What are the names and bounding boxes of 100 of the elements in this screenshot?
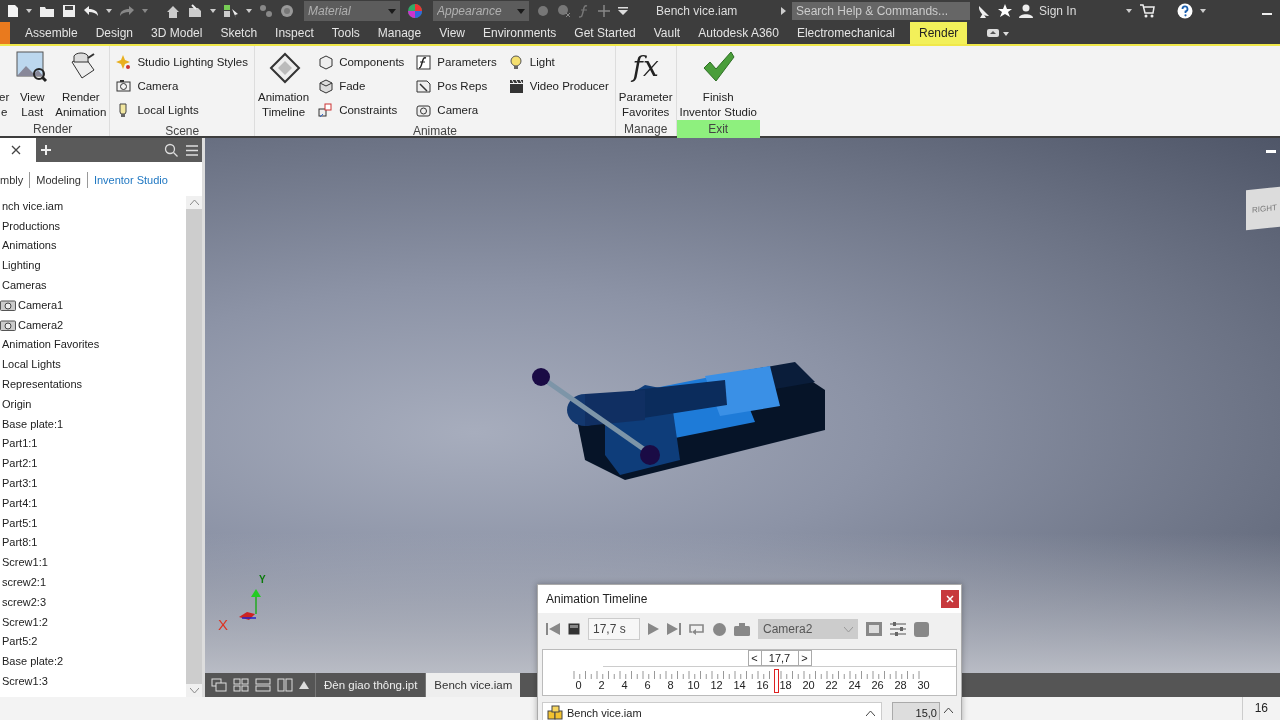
- ribbon-tab[interactable]: Environments: [474, 22, 566, 44]
- satellite-dish-icon[interactable]: [977, 4, 991, 18]
- open-folder-icon[interactable]: [39, 4, 55, 18]
- caret-icon[interactable]: [26, 9, 32, 13]
- time-spinner[interactable]: 17,7: [761, 650, 798, 666]
- expand-arrow-icon[interactable]: [781, 7, 786, 15]
- ribbon-tab[interactable]: Assemble: [16, 22, 87, 44]
- tree-item[interactable]: Camera2: [18, 318, 64, 331]
- cart-icon[interactable]: [1139, 4, 1156, 18]
- tree-item[interactable]: Origin: [2, 397, 32, 410]
- help-icon[interactable]: [1177, 3, 1194, 19]
- ribbon-button[interactable]: Animation Timeline: [255, 50, 313, 120]
- tree-item[interactable]: Part2:1: [2, 457, 38, 470]
- scroll-down-icon[interactable]: [189, 688, 199, 693]
- color-wheel-icon[interactable]: [407, 3, 423, 19]
- ribbon-button[interactable]: View Last: [12, 50, 53, 120]
- caret-icon[interactable]: [210, 9, 216, 13]
- ribbon-tab[interactable]: View: [430, 22, 474, 44]
- browser-tab[interactable]: Inventor Studio: [93, 174, 168, 186]
- tree-item[interactable]: Part5:2: [2, 635, 38, 648]
- ribbon-button[interactable]: er e: [0, 50, 13, 120]
- tree-item[interactable]: Base plate:1: [2, 417, 64, 430]
- next-button[interactable]: >: [797, 650, 812, 666]
- caret-icon[interactable]: [142, 9, 148, 13]
- browser-tab[interactable]: mbly: [0, 174, 24, 186]
- close-icon[interactable]: [11, 145, 21, 155]
- tree-item[interactable]: Part3:1: [2, 477, 38, 490]
- tree-item[interactable]: nch vice.iam: [2, 199, 64, 212]
- plus-icon[interactable]: [597, 4, 611, 18]
- film-icon[interactable]: [866, 622, 882, 636]
- dropdown-arrow-icon[interactable]: [517, 9, 525, 14]
- ribbon-tab[interactable]: Render: [910, 22, 968, 44]
- undo-icon[interactable]: [83, 5, 99, 17]
- tree-item[interactable]: Screw1:2: [2, 615, 48, 628]
- sliders-icon[interactable]: [890, 622, 906, 636]
- dropdown-arrow-icon[interactable]: [388, 9, 396, 14]
- expand-icon[interactable]: [914, 621, 929, 637]
- home-icon[interactable]: [166, 4, 180, 18]
- tree-item[interactable]: Cameras: [2, 279, 47, 292]
- menu-icon[interactable]: [186, 144, 198, 156]
- browser-tab[interactable]: Modeling: [36, 174, 81, 186]
- panel-toggle-icon[interactable]: [987, 29, 1010, 37]
- list-item[interactable]: Bench vice.iam: [567, 707, 642, 719]
- tree-item[interactable]: Animations: [2, 239, 57, 252]
- go-to-end-icon[interactable]: [667, 623, 681, 635]
- ribbon-button[interactable]: Fade: [318, 74, 411, 98]
- ribbon-button[interactable]: Camera: [116, 74, 254, 98]
- tree-item[interactable]: Part4:1: [2, 496, 38, 509]
- camera-icon[interactable]: [734, 622, 750, 636]
- caret-icon[interactable]: [246, 9, 252, 13]
- ribbon-tab[interactable]: Autodesk A360: [689, 22, 788, 44]
- record-icon[interactable]: [713, 622, 726, 636]
- tree-item[interactable]: screw2:3: [2, 595, 47, 608]
- ribbon-button[interactable]: Light: [508, 50, 615, 74]
- tree-item[interactable]: Lighting: [2, 259, 41, 272]
- ribbon-tab[interactable]: Tools: [322, 22, 369, 44]
- spin-up-icon[interactable]: [944, 708, 953, 713]
- tile-horizontal-icon[interactable]: [255, 678, 271, 692]
- search-field[interactable]: Search Help & Commands...: [792, 2, 970, 20]
- star-icon[interactable]: [998, 4, 1012, 18]
- ribbon-button[interactable]: Studio Lighting Styles: [116, 50, 254, 74]
- tree-item[interactable]: Representations: [2, 378, 83, 391]
- scroll-up-icon[interactable]: [866, 710, 875, 716]
- ribbon-tab[interactable]: Get Started: [565, 22, 645, 44]
- previous-button[interactable]: <: [747, 650, 762, 666]
- tile-vertical-icon[interactable]: [277, 678, 293, 692]
- duration-field[interactable]: 15,0: [892, 702, 940, 720]
- camera-dropdown[interactable]: Camera2: [758, 619, 858, 639]
- nodes-icon[interactable]: [259, 4, 273, 18]
- tree-item[interactable]: Productions: [2, 219, 61, 232]
- add-tab-icon[interactable]: [41, 145, 51, 155]
- close-button[interactable]: [941, 590, 959, 608]
- tree-item[interactable]: Local Lights: [2, 358, 61, 371]
- ribbon-button[interactable]: Pos Reps: [416, 74, 503, 98]
- ribbon-button[interactable]: Camera: [416, 98, 503, 122]
- caret-icon[interactable]: [1126, 9, 1133, 13]
- ribbon-tab[interactable]: Sketch: [211, 22, 267, 44]
- save-icon[interactable]: [62, 4, 76, 18]
- redo-icon[interactable]: [119, 5, 135, 17]
- ribbon-button[interactable]: Render Animation: [52, 50, 110, 120]
- ribbon-tab[interactable]: Electromechanical: [787, 22, 904, 44]
- new-file-icon[interactable]: [7, 4, 19, 18]
- tree-item[interactable]: Part1:1: [2, 437, 38, 450]
- tree-item[interactable]: Part8:1: [2, 536, 38, 549]
- ribbon-tab[interactable]: Design: [86, 22, 143, 44]
- ribbon-tab[interactable]: Inspect: [266, 22, 323, 44]
- select-icon[interactable]: [223, 4, 239, 18]
- tree-item[interactable]: Part5:1: [2, 516, 38, 529]
- cascade-icon[interactable]: [211, 678, 227, 692]
- stop-icon[interactable]: [568, 623, 580, 635]
- ribbon-tab[interactable]: 3D Model: [142, 22, 212, 44]
- sign-in-link[interactable]: Sign In: [1039, 4, 1077, 18]
- ribbon-button[interactable]: Constraints: [318, 98, 411, 122]
- ribbon-button[interactable]: Components: [318, 50, 411, 74]
- tree-item[interactable]: Screw1:3: [2, 675, 48, 687]
- ribbon-button[interactable]: Parameters: [416, 50, 503, 74]
- menu-caret-icon[interactable]: [618, 7, 628, 15]
- document-tab[interactable]: Bench vice.iam: [425, 673, 521, 697]
- ribbon-button[interactable]: Finish Inventor Studio: [676, 50, 760, 120]
- function-icon[interactable]: [578, 4, 590, 18]
